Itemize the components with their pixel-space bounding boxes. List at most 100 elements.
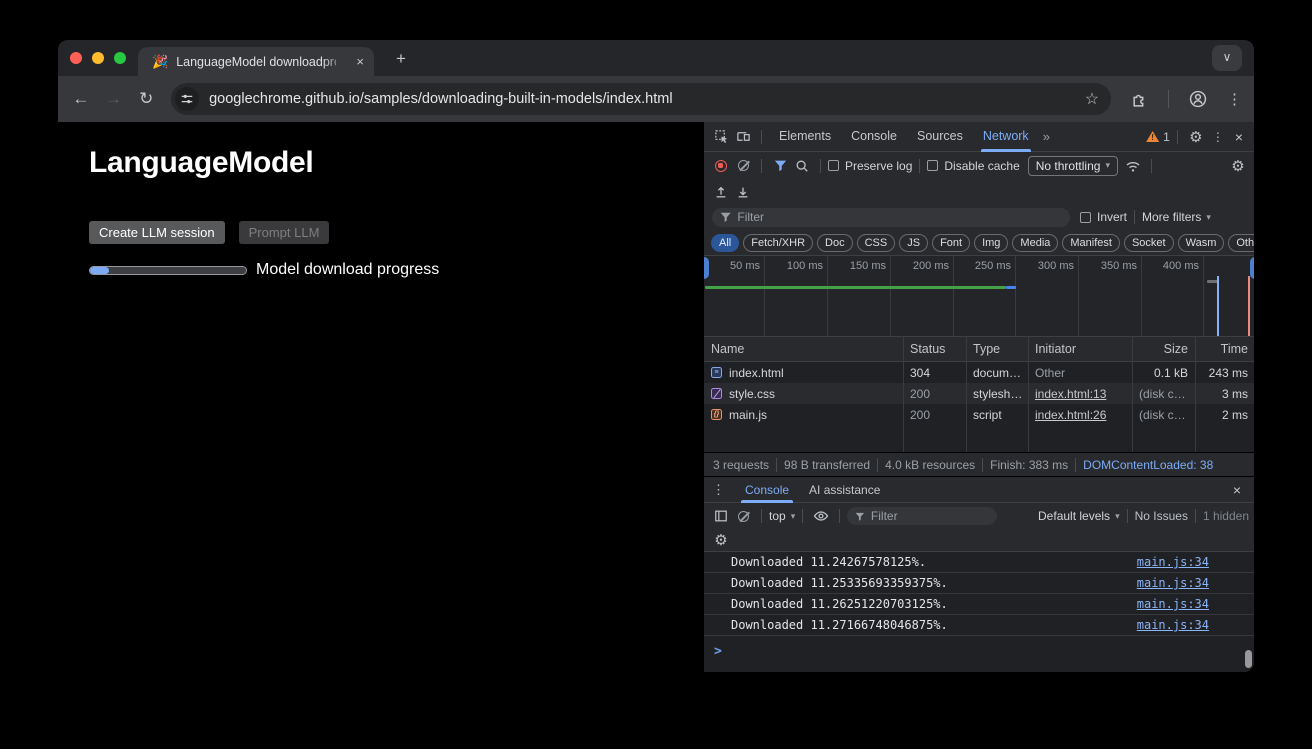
- console-source-link[interactable]: main.js:34: [1137, 555, 1209, 569]
- chip-media[interactable]: Media: [1012, 234, 1058, 252]
- filter-toggle-icon[interactable]: [769, 159, 791, 172]
- address-bar[interactable]: googlechrome.github.io/samples/downloadi…: [171, 83, 1111, 115]
- minimize-window-button[interactable]: [92, 52, 104, 64]
- console-scrollbar-thumb[interactable]: [1245, 650, 1252, 668]
- inspect-element-icon[interactable]: [710, 129, 732, 144]
- browser-menu-icon[interactable]: ⋮: [1227, 90, 1242, 108]
- column-divider[interactable]: [1195, 337, 1196, 452]
- column-size[interactable]: Size: [1132, 342, 1195, 356]
- live-expression-eye-icon[interactable]: [810, 509, 832, 523]
- console-settings-gear-icon[interactable]: ⚙: [710, 531, 732, 549]
- column-name[interactable]: Name: [704, 342, 903, 356]
- request-row-main-js[interactable]: {} main.js 200 script index.html:26 (dis…: [704, 404, 1254, 425]
- console-source-link[interactable]: main.js:34: [1137, 576, 1209, 590]
- chip-img[interactable]: Img: [974, 234, 1008, 252]
- search-icon[interactable]: [791, 159, 813, 173]
- console-filter-input[interactable]: [871, 509, 989, 523]
- initiator-link[interactable]: index.html:13: [1035, 387, 1106, 401]
- export-har-icon[interactable]: [732, 185, 754, 199]
- chip-all[interactable]: All: [711, 234, 739, 252]
- tab-console[interactable]: Console: [841, 122, 907, 152]
- chip-js[interactable]: JS: [899, 234, 928, 252]
- devtools-menu-icon[interactable]: ⋮: [1207, 130, 1229, 144]
- request-name-text: index.html: [729, 366, 784, 380]
- desktop-background: 🎉 LanguageModel downloadpro × + ∨ ← → ↻: [0, 0, 1312, 749]
- request-row-index-html[interactable]: ≡ index.html 304 docum… Other 0.1 kB 243…: [704, 362, 1254, 383]
- timeline-right-handle[interactable]: [1250, 257, 1254, 279]
- preserve-log-checkbox[interactable]: Preserve log: [828, 159, 912, 173]
- console-filter-input-pill[interactable]: [847, 507, 997, 525]
- chip-socket[interactable]: Socket: [1124, 234, 1174, 252]
- prompt-llm-button[interactable]: Prompt LLM: [239, 221, 330, 244]
- chip-css[interactable]: CSS: [857, 234, 896, 252]
- extensions-puzzle-icon[interactable]: [1131, 91, 1148, 108]
- clear-network-log-icon[interactable]: [732, 160, 754, 171]
- column-status[interactable]: Status: [903, 342, 966, 356]
- column-type[interactable]: Type: [966, 342, 1028, 356]
- chip-manifest[interactable]: Manifest: [1062, 234, 1120, 252]
- console-source-link[interactable]: main.js:34: [1137, 618, 1209, 632]
- more-filters-button[interactable]: More filters ▾: [1142, 210, 1211, 224]
- chip-wasm[interactable]: Wasm: [1178, 234, 1225, 252]
- request-row-style-css[interactable]: ╱ style.css 200 stylesh… index.html:13 (…: [704, 383, 1254, 404]
- network-settings-gear-icon[interactable]: ⚙: [1227, 157, 1249, 175]
- devtools-settings-gear-icon[interactable]: ⚙: [1185, 128, 1207, 146]
- tab-sources[interactable]: Sources: [907, 122, 973, 152]
- new-tab-button[interactable]: +: [388, 46, 414, 72]
- column-initiator[interactable]: Initiator: [1028, 342, 1132, 356]
- column-divider[interactable]: [1028, 337, 1029, 452]
- more-tabs-icon[interactable]: »: [1039, 129, 1054, 144]
- console-source-link[interactable]: main.js:34: [1137, 597, 1209, 611]
- network-filter-input-pill[interactable]: [712, 208, 1070, 227]
- default-levels-select[interactable]: Default levels ▾: [1038, 509, 1120, 523]
- devtools-close-icon[interactable]: ×: [1229, 129, 1249, 145]
- no-issues-label[interactable]: No Issues: [1135, 509, 1188, 523]
- hidden-messages-count[interactable]: 1 hidden: [1203, 509, 1249, 523]
- tab-network[interactable]: Network: [973, 122, 1039, 152]
- request-time: 243 ms: [1195, 366, 1254, 380]
- network-conditions-wifi-icon[interactable]: [1122, 159, 1144, 173]
- tab-elements[interactable]: Elements: [769, 122, 841, 152]
- profile-avatar-icon[interactable]: [1189, 90, 1207, 108]
- chip-doc[interactable]: Doc: [817, 234, 853, 252]
- reload-button[interactable]: ↻: [135, 89, 157, 109]
- disable-cache-checkbox[interactable]: Disable cache: [927, 159, 1019, 173]
- maximize-window-button[interactable]: [114, 52, 126, 64]
- console-sidebar-icon[interactable]: [710, 509, 732, 523]
- tab-search-button[interactable]: ∨: [1212, 45, 1242, 71]
- column-divider[interactable]: [903, 337, 904, 452]
- initiator-link[interactable]: index.html:26: [1035, 408, 1106, 422]
- console-prompt-icon[interactable]: >: [714, 644, 722, 659]
- forward-button[interactable]: →: [103, 89, 125, 109]
- create-llm-session-button[interactable]: Create LLM session: [89, 221, 225, 244]
- chip-font[interactable]: Font: [932, 234, 970, 252]
- browser-tab[interactable]: 🎉 LanguageModel downloadpro ×: [138, 47, 374, 76]
- chip-other[interactable]: Other: [1228, 234, 1254, 252]
- drawer-close-icon[interactable]: ×: [1227, 482, 1247, 498]
- console-context-select[interactable]: top ▾: [769, 509, 795, 523]
- url-text[interactable]: googlechrome.github.io/samples/downloadi…: [209, 91, 1077, 107]
- invert-checkbox[interactable]: Invert: [1080, 210, 1127, 224]
- timeline-left-handle[interactable]: [704, 257, 709, 279]
- record-network-log-button[interactable]: [710, 160, 732, 172]
- drawer-tab-ai-assistance[interactable]: AI assistance: [799, 477, 890, 503]
- import-har-icon[interactable]: [710, 185, 732, 199]
- summary-requests: 3 requests: [713, 458, 769, 472]
- checkbox-icon: [828, 160, 839, 171]
- site-settings-icon[interactable]: [175, 87, 199, 111]
- drawer-menu-icon[interactable]: ⋮: [712, 482, 725, 498]
- chip-fetch-xhr[interactable]: Fetch/XHR: [743, 234, 813, 252]
- network-filter-input[interactable]: [737, 210, 1062, 224]
- issues-counter[interactable]: ! 1: [1146, 130, 1170, 144]
- column-divider[interactable]: [966, 337, 967, 452]
- throttling-select[interactable]: No throttling ▾: [1028, 156, 1118, 176]
- column-time[interactable]: Time: [1195, 342, 1254, 356]
- close-window-button[interactable]: [70, 52, 82, 64]
- device-toolbar-icon[interactable]: [732, 129, 754, 144]
- clear-console-icon[interactable]: [732, 511, 754, 522]
- tab-close-icon[interactable]: ×: [356, 54, 364, 69]
- back-button[interactable]: ←: [70, 89, 92, 109]
- drawer-tab-console[interactable]: Console: [735, 477, 799, 503]
- bookmark-star-icon[interactable]: ☆: [1085, 89, 1099, 109]
- column-divider[interactable]: [1132, 337, 1133, 452]
